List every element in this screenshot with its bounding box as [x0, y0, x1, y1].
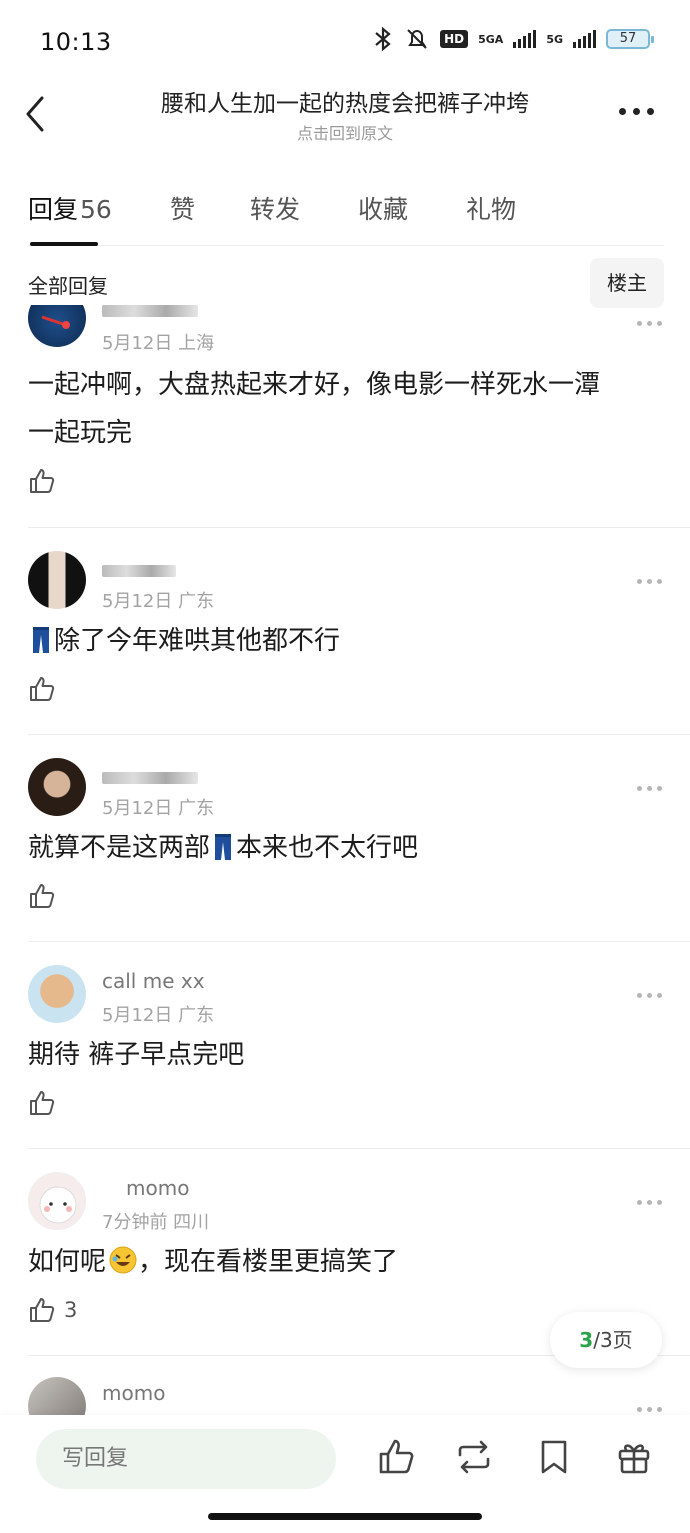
reply-meta: 7分钟前 四川	[102, 1212, 210, 1233]
like-button[interactable]	[28, 467, 56, 495]
thumbs-up-icon	[30, 884, 55, 908]
list-item: 5月12日 广东 就算不是这两部 本来也不太行吧	[0, 734, 690, 941]
reply-text-after: 本来也不太行吧	[236, 833, 419, 863]
active-tab-indicator	[30, 242, 98, 246]
owner-only-button[interactable]: 楼主	[590, 258, 664, 308]
network-label-1: 5GA	[478, 32, 504, 46]
gift-icon[interactable]	[614, 1437, 654, 1477]
divider	[28, 527, 690, 528]
page-total: /3页	[593, 1328, 633, 1352]
reply-text-content: 除了今年难哄其他都不行	[54, 626, 341, 656]
current-page: 3	[579, 1328, 594, 1352]
divider	[28, 941, 690, 942]
avatar[interactable]	[28, 758, 86, 816]
like-button[interactable]	[28, 1089, 56, 1117]
bluetooth-icon	[375, 26, 391, 52]
tab-replies-label: 回复	[28, 195, 79, 224]
tab-reposts[interactable]: 转发	[250, 190, 300, 226]
list-item: call me xx 5月12日 广东 期待 裤子早点完吧	[0, 941, 690, 1148]
back-arrow-icon[interactable]	[22, 94, 52, 134]
username-redacted	[102, 557, 176, 581]
reply-text[interactable]: 如何呢 ，现在看楼里更搞笑了	[28, 1238, 668, 1286]
jeans-emoji-icon	[215, 834, 232, 860]
comment-more-icon[interactable]	[637, 1407, 662, 1412]
reply-text-before: 如何呢	[28, 1247, 107, 1277]
rolling-laughing-emoji-icon	[109, 1246, 137, 1274]
jeans-emoji-icon	[33, 627, 49, 653]
avatar[interactable]	[28, 305, 86, 347]
like-button[interactable]	[28, 675, 56, 703]
reply-text[interactable]: 期待 裤子早点完吧	[28, 1031, 668, 1079]
thumbs-up-icon	[30, 677, 55, 701]
tab-likes[interactable]: 赞	[170, 190, 195, 226]
like-button[interactable]	[28, 882, 56, 910]
thumbs-up-icon	[30, 1091, 55, 1115]
like-button[interactable]: 3	[28, 1296, 77, 1324]
reply-input[interactable]: 写回复	[36, 1429, 336, 1489]
reply-meta: 5月12日 广东	[102, 591, 215, 612]
comment-more-icon[interactable]	[637, 993, 662, 998]
avatar[interactable]	[28, 965, 86, 1023]
avatar[interactable]	[28, 551, 86, 609]
page-indicator[interactable]: 3/3页	[550, 1312, 662, 1368]
reply-text[interactable]: 一起冲啊，大盘热起来才好，像电影一样死水一潭 一起玩完	[28, 361, 668, 457]
bottom-action-bar: 写回复	[0, 1415, 690, 1533]
reply-text-after: ，现在看楼里更搞笑了	[138, 1247, 399, 1277]
signal-icon	[513, 30, 537, 48]
divider	[28, 734, 690, 735]
battery-icon: 57	[606, 29, 654, 49]
reply-text-line-2: 一起玩完	[28, 418, 133, 448]
more-options-icon[interactable]	[619, 108, 654, 115]
reply-text[interactable]: 除了今年难哄其他都不行	[28, 617, 668, 665]
thumbs-up-icon[interactable]	[376, 1437, 416, 1477]
reply-text-line-1: 一起冲啊，大盘热起来才好，像电影一样死水一潭	[28, 370, 601, 400]
comment-more-icon[interactable]	[637, 321, 662, 326]
comment-more-icon[interactable]	[637, 1200, 662, 1205]
username: momo	[102, 1381, 166, 1405]
hd-badge: HD	[440, 30, 469, 48]
clock: 10:13	[40, 28, 112, 56]
reply-meta: 5月12日 上海	[102, 333, 215, 354]
tab-gifts[interactable]: 礼物	[466, 190, 516, 226]
username: momo	[126, 1176, 190, 1200]
username-redacted	[102, 305, 198, 321]
bell-muted-icon	[407, 29, 427, 49]
all-replies-label: 全部回复	[28, 274, 108, 298]
status-bar: 10:13 HD 5GA 5G 57	[0, 0, 690, 80]
home-indicator[interactable]	[208, 1513, 482, 1520]
list-item: 5月12日 广东 除了今年难哄其他都不行	[0, 527, 690, 734]
divider	[28, 1148, 690, 1149]
reply-meta: 5月12日 广东	[102, 1005, 215, 1026]
status-icons: HD 5GA 5G 57	[372, 26, 654, 52]
comment-more-icon[interactable]	[637, 579, 662, 584]
post-title[interactable]: 腰和人生加一起的热度会把裤子冲垮	[90, 84, 600, 118]
reply-list: 5月12日 上海 一起冲啊，大盘热起来才好，像电影一样死水一潭 一起玩完 5月1…	[0, 305, 690, 1415]
repost-icon[interactable]	[454, 1437, 494, 1477]
avatar[interactable]	[28, 1377, 86, 1415]
tab-replies[interactable]: 回复56	[28, 190, 112, 226]
comment-more-icon[interactable]	[637, 786, 662, 791]
like-count: 3	[64, 1298, 78, 1322]
reply-text-before: 就算不是这两部	[28, 833, 211, 863]
network-label-2: 5G	[546, 32, 563, 46]
thumbs-up-icon	[30, 469, 55, 493]
bookmark-icon[interactable]	[534, 1437, 574, 1477]
post-header: 腰和人生加一起的热度会把裤子冲垮 点击回到原文	[0, 80, 690, 150]
filter-row: 全部回复 楼主	[0, 258, 690, 308]
reply-text[interactable]: 就算不是这两部 本来也不太行吧	[28, 824, 668, 872]
reply-meta: 5月12日 广东	[102, 798, 215, 819]
username-redacted	[102, 764, 198, 788]
username: call me xx	[102, 969, 205, 993]
avatar[interactable]	[28, 1172, 86, 1230]
list-item: 5月12日 上海 一起冲啊，大盘热起来才好，像电影一样死水一潭 一起玩完	[0, 305, 690, 527]
tab-bar: 回复56 赞 转发 收藏 礼物	[28, 178, 664, 246]
tab-favorites[interactable]: 收藏	[358, 190, 408, 226]
thumbs-up-icon	[30, 1298, 55, 1322]
tab-replies-count: 56	[80, 195, 112, 224]
back-to-original-link[interactable]: 点击回到原文	[90, 120, 600, 144]
signal-icon-2	[573, 30, 596, 48]
